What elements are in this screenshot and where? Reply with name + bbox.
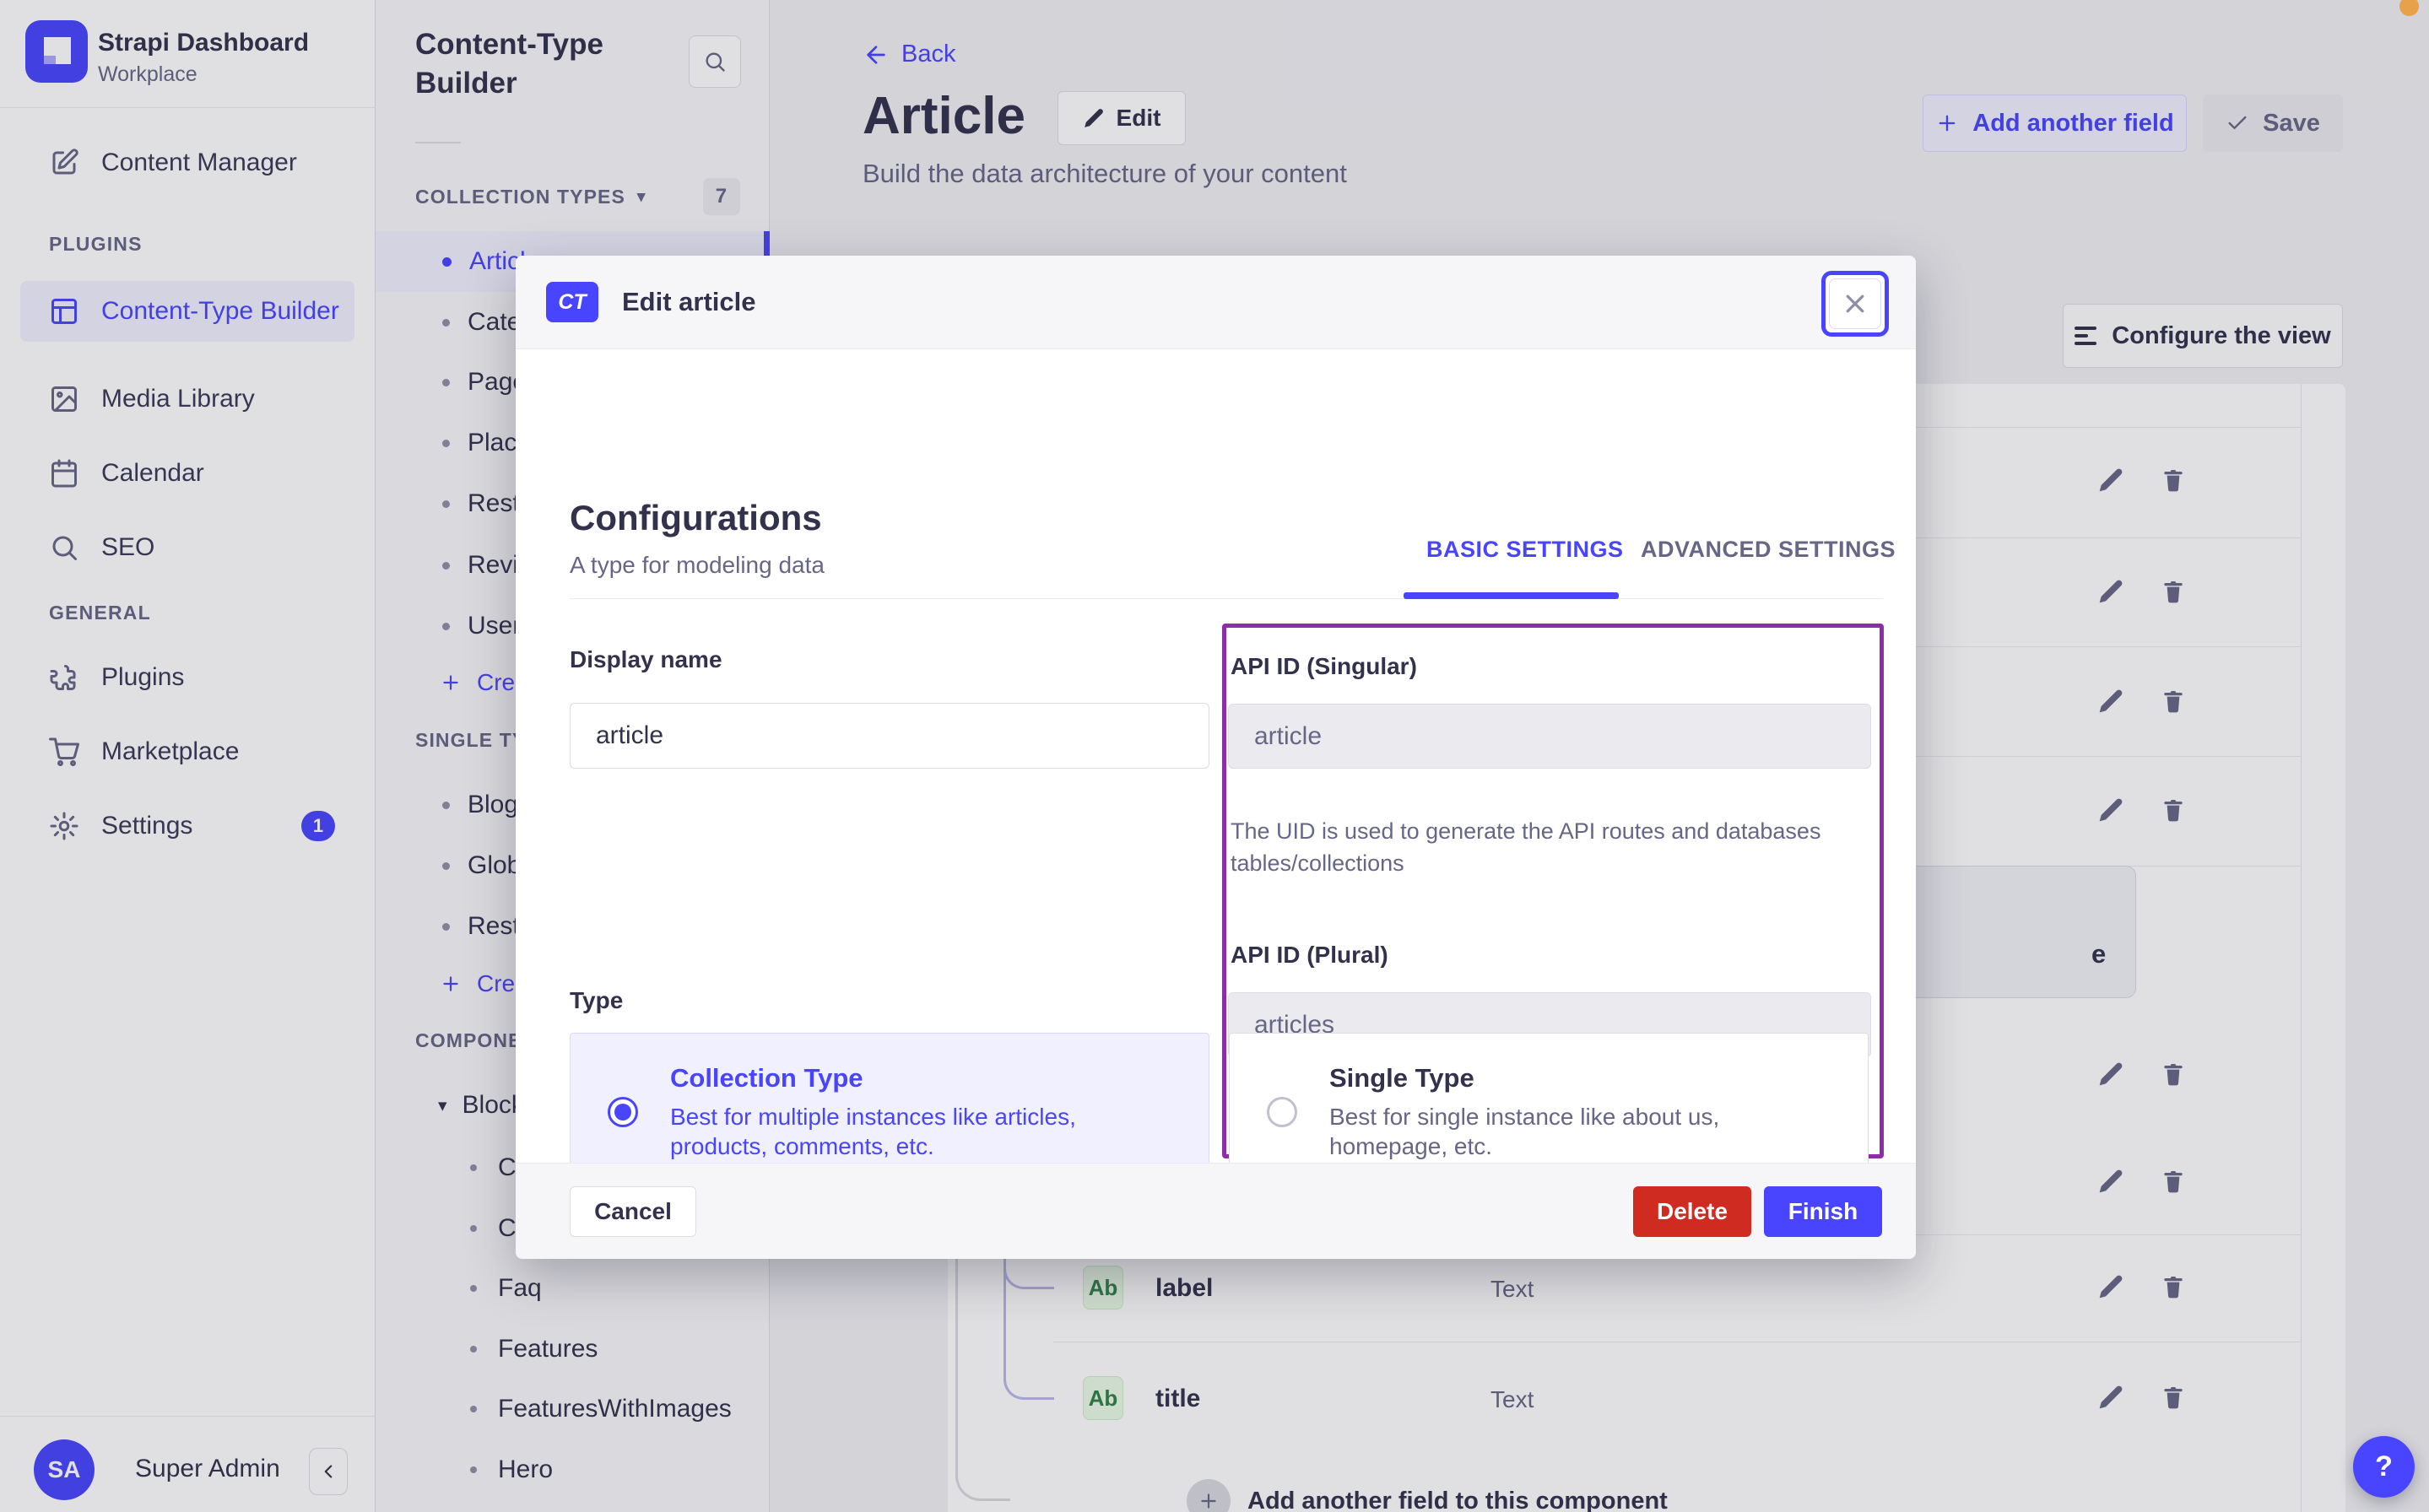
radio-unselected-icon[interactable]: [1267, 1097, 1297, 1127]
radio-selected-icon[interactable]: [608, 1097, 638, 1127]
modal-footer: Cancel Delete Finish: [516, 1163, 1916, 1259]
tab-advanced-settings[interactable]: ADVANCED SETTINGS: [1641, 537, 1896, 563]
api-id-singular-hint: The UID is used to generate the API rout…: [1231, 818, 1821, 876]
help-button[interactable]: ?: [2353, 1436, 2415, 1498]
cancel-button[interactable]: Cancel: [570, 1186, 696, 1237]
collection-type-title: Collection Type: [670, 1063, 863, 1093]
close-modal-button[interactable]: [1821, 271, 1889, 337]
configurations-title: Configurations: [570, 498, 822, 537]
finish-button[interactable]: Finish: [1764, 1186, 1882, 1237]
modal-body: Configurations A type for modeling data …: [516, 349, 1916, 1191]
api-id-singular-label: API ID (Singular): [1231, 653, 1417, 679]
type-label: Type: [570, 987, 624, 1013]
tab-basic-settings[interactable]: BASIC SETTINGS: [1426, 537, 1624, 563]
api-id-plural-label: API ID (Plural): [1231, 942, 1388, 968]
tabs-divider: [570, 598, 1883, 599]
content-type-badge: CT: [546, 282, 598, 322]
delete-button[interactable]: Delete: [1633, 1186, 1751, 1237]
edit-article-modal: CT Edit article Configurations A type fo…: [516, 256, 1916, 1259]
display-name-label: Display name: [570, 646, 722, 672]
modal-header: CT Edit article: [516, 256, 1916, 349]
api-id-singular-input: [1228, 704, 1871, 769]
close-icon: [1829, 278, 1881, 329]
configurations-subtitle: A type for modeling data: [570, 552, 825, 578]
modal-title: Edit article: [622, 287, 756, 316]
single-type-title: Single Type: [1329, 1063, 1474, 1093]
single-type-description: Best for single instance like about us, …: [1329, 1104, 1720, 1159]
display-name-input[interactable]: [570, 703, 1209, 769]
active-tab-indicator: [1404, 592, 1619, 599]
strapi-dashboard-screen: Strapi Dashboard Workplace Content Manag…: [0, 0, 2429, 1512]
collection-type-description: Best for multiple instances like article…: [670, 1104, 1076, 1159]
